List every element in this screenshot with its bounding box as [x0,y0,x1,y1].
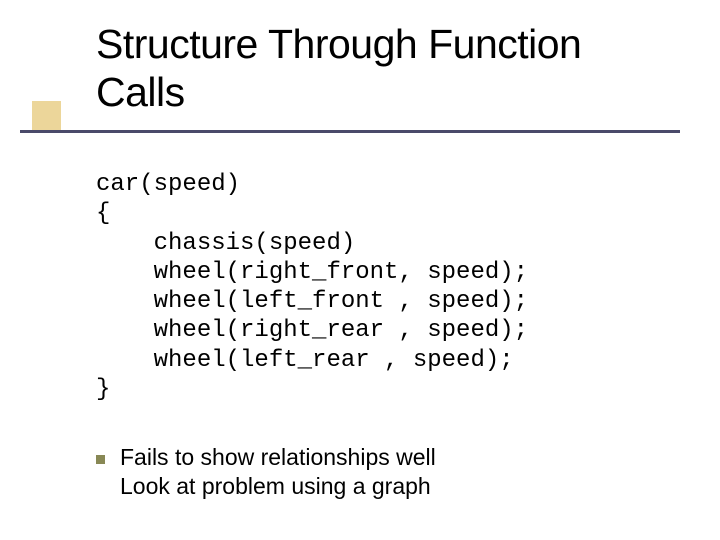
title-block: Structure Through Function Calls [96,20,676,117]
title-underline [20,130,680,133]
caption-block: Fails to show relationships well Look at… [120,443,436,501]
title-accent-square [32,101,61,130]
caption-line: Look at problem using a graph [120,472,436,501]
caption-line: Fails to show relationships well [120,443,436,472]
slide: Structure Through Function Calls car(spe… [0,0,720,540]
code-block: car(speed) { chassis(speed) wheel(right_… [96,170,528,404]
bullet-icon [96,455,105,464]
slide-title: Structure Through Function Calls [96,20,676,117]
